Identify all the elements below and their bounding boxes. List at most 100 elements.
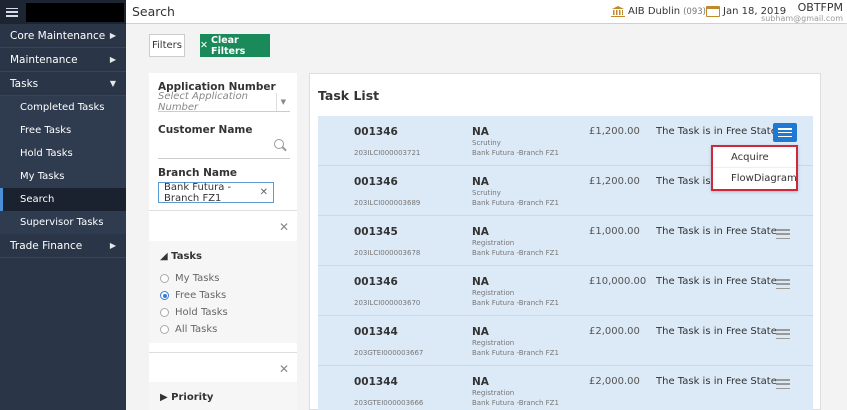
task-status: The Task is in Free State	[656, 226, 777, 237]
task-stage: Scrutiny	[472, 189, 501, 197]
task-branch: Bank Futura -Branch FZ1	[472, 349, 559, 357]
branch-name-label: Branch Name	[158, 167, 238, 179]
header: Search AIB Dublin (093) Jan 18, 2019 OBT…	[126, 0, 847, 24]
task-customer: NA	[472, 326, 489, 338]
tasks-section-label: Tasks	[171, 251, 203, 262]
task-number: 001345	[354, 226, 398, 238]
task-branch: Bank Futura -Branch FZ1	[472, 199, 559, 207]
task-customer: NA	[472, 376, 489, 388]
customer-name-input[interactable]	[158, 133, 290, 159]
task-customer: NA	[472, 226, 489, 238]
task-status: The Task is in Free State	[656, 326, 777, 337]
application-number-placeholder: Select Application Number	[158, 90, 248, 113]
task-stage: Registration	[472, 239, 515, 247]
task-number: 001344	[354, 326, 398, 338]
row-menu-icon[interactable]	[776, 329, 790, 339]
close-icon[interactable]: ✕	[279, 362, 289, 376]
priority-filter-section: ▶ Priority	[149, 382, 297, 410]
bank-icon	[611, 6, 625, 17]
tasks-filter-section: ◢ Tasks My Tasks Free Tasks Hold Tasks A…	[149, 241, 297, 343]
page-title: Search	[132, 4, 175, 19]
branch-selector[interactable]: AIB Dublin (093)	[611, 6, 706, 17]
remove-chip-icon[interactable]: ✕	[260, 187, 268, 198]
task-row[interactable]: 001345 203ILCI000003678 NA Registration …	[318, 216, 813, 266]
sidebar-subitem-my-tasks[interactable]: My Tasks	[0, 165, 126, 188]
menu-item-acquire[interactable]: Acquire	[713, 147, 796, 168]
chevron-down-icon: ▼	[109, 79, 116, 88]
task-stage: Registration	[472, 339, 515, 347]
sidebar: Core Maintenance ▶ Maintenance ▶ Tasks ▼…	[0, 0, 126, 410]
close-icon[interactable]: ✕	[279, 220, 289, 234]
task-amount: £10,000.00	[589, 276, 647, 287]
clear-filters-button[interactable]: ✕ Clear Filters	[200, 34, 270, 57]
task-stage: Registration	[472, 389, 515, 397]
task-branch: Bank Futura -Branch FZ1	[472, 399, 559, 407]
task-branch: Bank Futura -Branch FZ1	[472, 299, 559, 307]
task-row[interactable]: 001344 203GTEI000003667 NA Registration …	[318, 316, 813, 366]
task-customer: NA	[472, 176, 489, 188]
radio-free-tasks[interactable]: Free Tasks	[160, 290, 226, 301]
sidebar-item-label: Maintenance	[10, 53, 78, 66]
sidebar-item-tasks[interactable]: Tasks ▼	[0, 72, 126, 96]
sidebar-item-label: Trade Finance	[10, 239, 83, 252]
task-branch: Bank Futura -Branch FZ1	[472, 249, 559, 257]
user-menu[interactable]: OBTFPM subham@gmail.com	[761, 1, 843, 23]
sidebar-subitem-free-tasks[interactable]: Free Tasks	[0, 119, 126, 142]
sidebar-item-trade-finance[interactable]: Trade Finance ▶	[0, 234, 126, 258]
task-number: 001346	[354, 176, 398, 188]
task-amount: £1,000.00	[589, 226, 640, 237]
branch-name: AIB Dublin	[628, 6, 681, 17]
dropdown-arrow-icon: ▼	[275, 92, 290, 111]
hamburger-menu-icon[interactable]	[6, 7, 18, 17]
task-reference: 203GTEI000003667	[354, 349, 424, 357]
row-menu-icon[interactable]	[776, 279, 790, 289]
search-icon[interactable]	[274, 139, 284, 149]
branch-name-chip[interactable]: Bank Futura -Branch FZ1 ✕	[158, 182, 274, 204]
task-branch: Bank Futura -Branch FZ1	[472, 149, 559, 157]
divider	[149, 210, 297, 211]
radio-label: All Tasks	[175, 324, 218, 335]
chevron-right-icon: ▶	[109, 55, 116, 64]
task-amount: £1,200.00	[589, 126, 640, 137]
task-customer: NA	[472, 126, 489, 138]
sidebar-item-core-maintenance[interactable]: Core Maintenance ▶	[0, 24, 126, 48]
row-menu-icon[interactable]	[776, 379, 790, 389]
sidebar-item-label: Core Maintenance	[10, 29, 106, 42]
radio-label: My Tasks	[175, 273, 220, 284]
priority-section-label: Priority	[171, 392, 214, 403]
radio-icon	[160, 308, 169, 317]
redacted-logo	[26, 2, 124, 22]
radio-hold-tasks[interactable]: Hold Tasks	[160, 307, 228, 318]
task-amount: £2,000.00	[589, 376, 640, 387]
task-customer: NA	[472, 276, 489, 288]
filters-button[interactable]: Filters	[149, 34, 185, 57]
task-reference: 203ILCI000003721	[354, 149, 421, 157]
sidebar-item-maintenance[interactable]: Maintenance ▶	[0, 48, 126, 72]
task-list-panel: Task List 001346 203ILCI000003721 NA Scr…	[309, 73, 821, 410]
clear-filters-label: Clear Filters	[210, 34, 246, 57]
menu-item-flow-diagram[interactable]: FlowDiagram	[713, 168, 797, 189]
sidebar-subitem-completed-tasks[interactable]: Completed Tasks	[0, 96, 126, 119]
task-status: The Task is in Free State	[656, 376, 777, 387]
tasks-section-title[interactable]: ◢ Tasks	[160, 251, 202, 262]
task-amount: £1,200.00	[589, 176, 640, 187]
sidebar-subitem-hold-tasks[interactable]: Hold Tasks	[0, 142, 126, 165]
user-name: OBTFPM	[797, 1, 843, 14]
task-reference: 203GTEI000003666	[354, 399, 424, 407]
task-row[interactable]: 001344 203GTEI000003666 NA Registration …	[318, 366, 813, 410]
row-menu-icon[interactable]	[776, 229, 790, 239]
sidebar-subitem-supervisor-tasks[interactable]: Supervisor Tasks	[0, 211, 126, 234]
priority-section-title[interactable]: ▶ Priority	[160, 392, 213, 403]
task-stage: Scrutiny	[472, 139, 501, 147]
row-action-menu: Acquire FlowDiagram	[711, 145, 798, 191]
row-menu-icon[interactable]	[773, 123, 797, 142]
radio-my-tasks[interactable]: My Tasks	[160, 273, 220, 284]
radio-all-tasks[interactable]: All Tasks	[160, 324, 217, 335]
close-icon: ✕	[200, 40, 208, 51]
divider	[149, 352, 297, 353]
task-list-title: Task List	[318, 88, 380, 103]
sidebar-subitem-search[interactable]: Search	[0, 188, 126, 211]
application-number-select[interactable]: Select Application Number ▼	[158, 90, 290, 113]
task-amount: £2,000.00	[589, 326, 640, 337]
task-row[interactable]: 001346 203ILCI000003670 NA Registration …	[318, 266, 813, 316]
